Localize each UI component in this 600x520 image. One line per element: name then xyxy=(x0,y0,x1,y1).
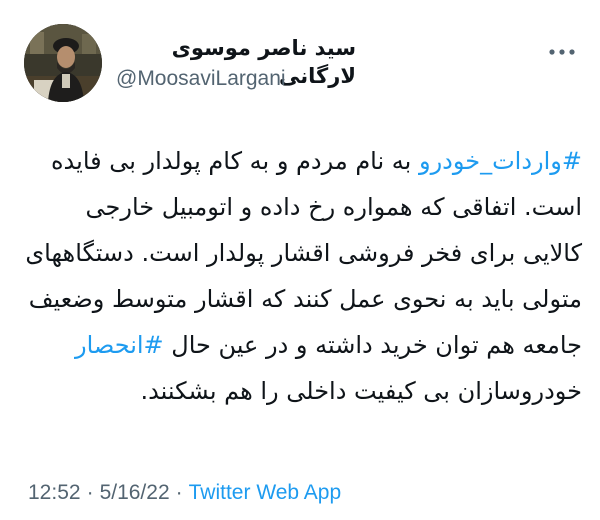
avatar-image xyxy=(24,24,102,102)
tweet-text-segment: به نام مردم و به کام پولدار بی فایده است… xyxy=(25,147,582,359)
tweet-source-link[interactable]: Twitter Web App xyxy=(189,481,342,504)
tweet-meta: 12:52 · 5/16/22 · Twitter Web App xyxy=(28,480,341,506)
hashtag-link[interactable]: #انحصار xyxy=(75,331,164,359)
more-options-button[interactable] xyxy=(544,40,580,64)
hashtag-link[interactable]: #واردات_خودرو xyxy=(419,147,582,175)
tweet-text: #واردات_خودرو به نام مردم و به کام پولدا… xyxy=(20,138,582,414)
meta-separator: · xyxy=(86,481,94,504)
avatar[interactable] xyxy=(24,24,102,102)
tweet-date[interactable]: 5/16/22 xyxy=(100,481,170,504)
author-handle[interactable]: @MoosaviLargani xyxy=(116,66,286,92)
more-horizontal-icon xyxy=(549,49,575,55)
meta-separator: · xyxy=(175,481,183,504)
tweet-time[interactable]: 12:52 xyxy=(28,481,81,504)
tweet-text-segment: خودروسازان بی کیفیت داخلی را هم بشکنند. xyxy=(140,377,582,405)
